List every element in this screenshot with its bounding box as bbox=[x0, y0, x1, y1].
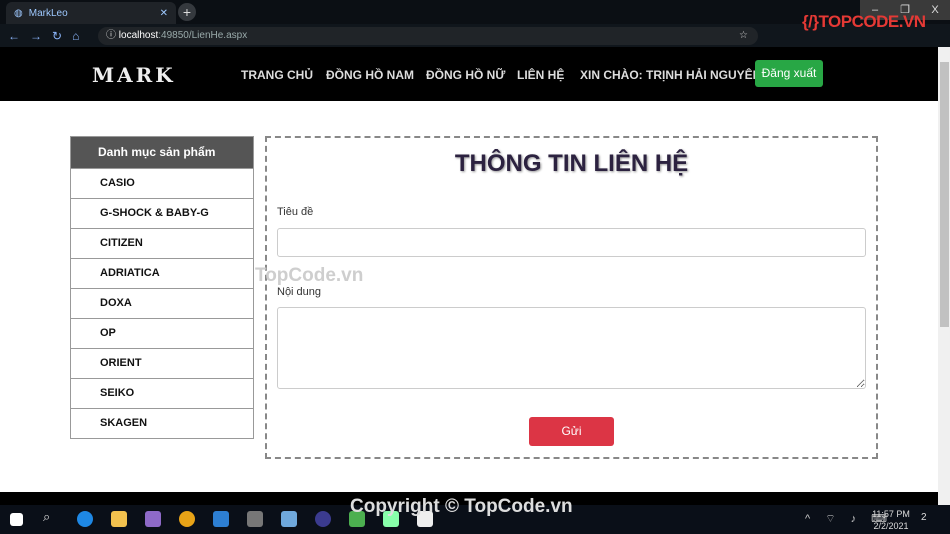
browser-tab[interactable]: ◍ MarkLeo ✕ bbox=[6, 2, 176, 24]
file-explorer-icon[interactable] bbox=[111, 511, 127, 527]
globe-icon: ◍ bbox=[14, 7, 23, 19]
content-label: Nội dung bbox=[277, 286, 322, 298]
submit-button[interactable]: Gửi bbox=[529, 417, 614, 446]
sidebar-item-doxa[interactable]: DOXA bbox=[71, 288, 253, 318]
watermark-text: TopCode.vn bbox=[255, 265, 364, 286]
nav-home[interactable]: TRANG CHỦ bbox=[241, 68, 313, 82]
forward-icon[interactable]: → bbox=[30, 29, 42, 43]
content-textarea[interactable] bbox=[277, 307, 866, 389]
copyright-watermark: Copyright © TopCode.vn bbox=[350, 496, 573, 517]
app-icon[interactable] bbox=[145, 511, 161, 527]
scrollbar-thumb[interactable] bbox=[940, 62, 949, 327]
back-icon[interactable]: ← bbox=[8, 29, 20, 43]
subject-input[interactable] bbox=[277, 228, 866, 257]
chrome-icon[interactable] bbox=[179, 511, 195, 527]
reload-icon[interactable]: ↻ bbox=[52, 29, 62, 43]
topcode-logo-watermark: {/}TOPCODE.VN bbox=[802, 12, 926, 31]
close-tab-icon[interactable]: ✕ bbox=[160, 8, 168, 19]
nav-contact[interactable]: LIÊN HỆ bbox=[517, 68, 564, 82]
tools-icon[interactable] bbox=[247, 511, 263, 527]
sidebar-item-skagen[interactable]: SKAGEN bbox=[71, 408, 253, 438]
eclipse-icon[interactable] bbox=[315, 511, 331, 527]
notification-icon[interactable]: 2 bbox=[921, 512, 927, 523]
url-path: :49850/LienHe.aspx bbox=[158, 30, 248, 41]
contact-form bbox=[265, 136, 878, 459]
vscode-icon[interactable] bbox=[213, 511, 229, 527]
sidebar-header: Danh mục sản phẩm bbox=[71, 137, 253, 168]
tab-title: MarkLeo bbox=[28, 7, 68, 19]
box-icon[interactable] bbox=[281, 511, 297, 527]
sidebar-item-seiko[interactable]: SEIKO bbox=[71, 378, 253, 408]
address-bar[interactable]: ⓘ localhost:49850/LienHe.aspx ☆ bbox=[98, 27, 758, 45]
edge-icon[interactable] bbox=[77, 511, 93, 527]
logout-button[interactable]: Đăng xuất bbox=[755, 60, 823, 87]
clock[interactable]: 11:57 PM 2/2/2021 bbox=[866, 508, 916, 532]
sidebar-item-adriatica[interactable]: ADRIATICA bbox=[71, 258, 253, 288]
category-sidebar: Danh mục sản phẩm CASIO G-SHOCK & BABY-G… bbox=[70, 136, 254, 439]
page-title: THÔNG TIN LIÊN HỆ bbox=[454, 150, 689, 177]
date: 2/2/2021 bbox=[873, 521, 909, 531]
info-icon: ⓘ bbox=[106, 30, 119, 41]
url-host: localhost bbox=[118, 30, 159, 41]
nav-greeting[interactable]: XIN CHÀO: TRỊNH HẢI NGUYÊN bbox=[580, 68, 761, 82]
time: 11:57 PM bbox=[872, 509, 910, 519]
home-icon[interactable]: ⌂ bbox=[72, 29, 79, 43]
sidebar-item-casio[interactable]: CASIO bbox=[71, 168, 253, 198]
logo[interactable]: MARK bbox=[92, 63, 176, 87]
sidebar-item-gshock[interactable]: G-SHOCK & BABY-G bbox=[71, 198, 253, 228]
nav-men-watches[interactable]: ĐỒNG HỒ NAM bbox=[326, 68, 414, 82]
sidebar-item-op[interactable]: OP bbox=[71, 318, 253, 348]
nav-women-watches[interactable]: ĐỒNG HỒ NỮ bbox=[426, 68, 505, 82]
windows-start-icon[interactable] bbox=[10, 513, 23, 526]
search-icon[interactable]: ⌕ bbox=[43, 509, 59, 525]
subject-label: Tiêu đề bbox=[277, 206, 314, 218]
new-tab-button[interactable]: + bbox=[178, 3, 196, 21]
sidebar-item-citizen[interactable]: CITIZEN bbox=[71, 228, 253, 258]
star-icon[interactable]: ☆ bbox=[739, 27, 748, 45]
sidebar-item-orient[interactable]: ORIENT bbox=[71, 348, 253, 378]
